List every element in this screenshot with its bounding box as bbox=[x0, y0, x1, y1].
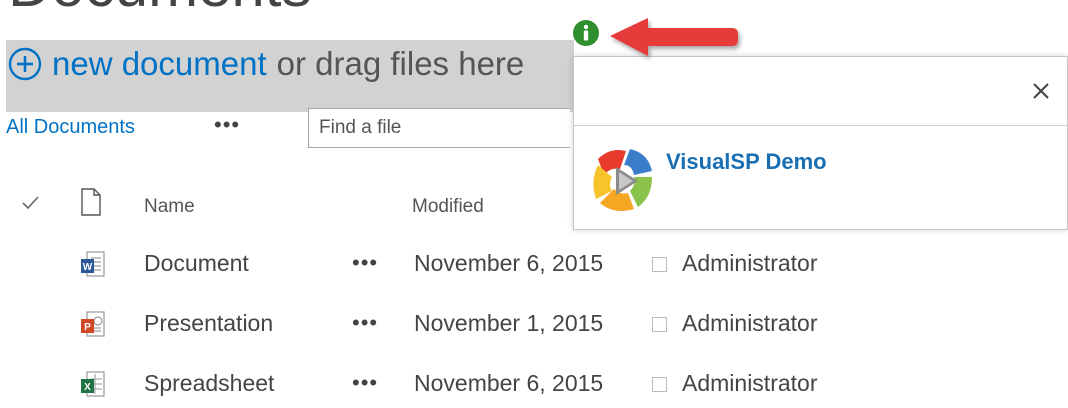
file-name[interactable]: Document bbox=[144, 250, 249, 277]
plus-circle-icon[interactable] bbox=[8, 47, 42, 81]
presence-checkbox[interactable] bbox=[652, 377, 667, 392]
file-type-header-icon bbox=[81, 188, 101, 216]
close-icon[interactable] bbox=[1029, 79, 1053, 103]
file-name[interactable]: Presentation bbox=[144, 310, 273, 337]
table-row[interactable]: X Spreadsheet ••• November 6, 2015 Admin… bbox=[0, 358, 900, 408]
file-menu-button[interactable]: ••• bbox=[352, 250, 378, 276]
file-modified-by[interactable]: Administrator bbox=[682, 370, 817, 397]
red-arrow-icon bbox=[610, 18, 738, 56]
presence-checkbox[interactable] bbox=[652, 257, 667, 272]
file-name[interactable]: Spreadsheet bbox=[144, 370, 274, 397]
callout-title[interactable]: VisualSP Demo bbox=[666, 149, 827, 175]
table-row[interactable]: P Presentation ••• November 1, 2015 Admi… bbox=[0, 298, 900, 348]
table-row[interactable]: W Document ••• November 6, 2015 Administ… bbox=[0, 238, 900, 288]
file-modified: November 1, 2015 bbox=[414, 310, 604, 336]
file-modified: November 6, 2015 bbox=[414, 370, 604, 396]
presence-checkbox[interactable] bbox=[652, 317, 667, 332]
file-modified-by[interactable]: Administrator bbox=[682, 250, 817, 277]
callout-header bbox=[574, 57, 1067, 126]
select-all-check-icon[interactable] bbox=[20, 192, 42, 214]
visualsp-logo-icon bbox=[593, 149, 652, 211]
file-menu-button[interactable]: ••• bbox=[352, 370, 378, 396]
svg-text:X: X bbox=[84, 382, 91, 393]
page-title: Documents bbox=[8, 0, 311, 16]
search-input[interactable] bbox=[308, 108, 570, 148]
svg-text:W: W bbox=[83, 262, 93, 273]
views-more-button[interactable]: ••• bbox=[214, 112, 240, 138]
powerpoint-document-icon: P bbox=[81, 311, 105, 337]
column-header-name[interactable]: Name bbox=[144, 196, 195, 218]
excel-document-icon: X bbox=[81, 371, 105, 397]
file-modified: November 6, 2015 bbox=[414, 250, 604, 276]
drag-files-text: or drag files here bbox=[276, 45, 525, 82]
new-document-link[interactable]: new document bbox=[52, 45, 267, 83]
file-menu-button[interactable]: ••• bbox=[352, 310, 378, 336]
info-icon[interactable] bbox=[571, 18, 601, 48]
help-callout: VisualSP Demo bbox=[573, 56, 1068, 230]
view-all-documents[interactable]: All Documents bbox=[6, 116, 135, 139]
word-document-icon: W bbox=[81, 251, 105, 277]
file-modified-by[interactable]: Administrator bbox=[682, 310, 817, 337]
svg-text:P: P bbox=[84, 322, 91, 333]
column-header-modified[interactable]: Modified bbox=[412, 196, 484, 218]
new-document-bar: new document or drag files here bbox=[8, 44, 524, 84]
